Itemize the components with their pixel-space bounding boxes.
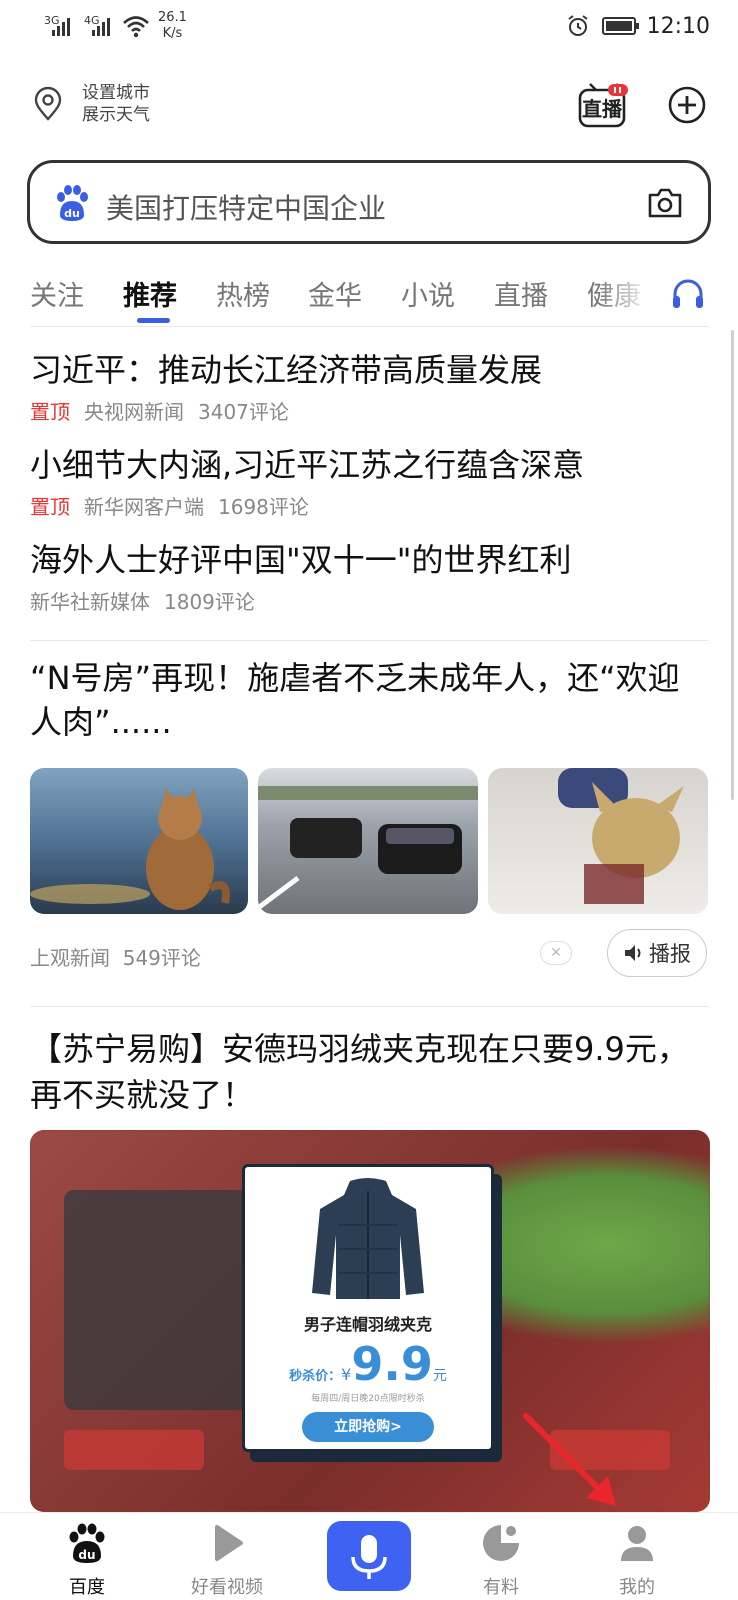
- tab-novel[interactable]: 小说: [401, 274, 455, 313]
- price: 9.9: [351, 1337, 433, 1391]
- nav-home[interactable]: du 百度: [32, 1521, 142, 1599]
- price-unit: 元: [432, 1368, 447, 1384]
- nav-youliao[interactable]: 有料: [446, 1521, 556, 1599]
- battery-icon: [602, 17, 639, 35]
- article-thumbnail-traffic[interactable]: [258, 768, 478, 914]
- news-title[interactable]: 海外人士好评中国"双十一"的世界红利: [30, 538, 710, 582]
- svg-text:du: du: [78, 1548, 95, 1562]
- location-weather-icon[interactable]: [30, 86, 66, 122]
- bottom-navigation: du 百度 好看视频 有料 我的: [0, 1512, 738, 1600]
- pinned-badge: 置顶: [30, 400, 70, 424]
- nav-mine[interactable]: 我的: [582, 1521, 692, 1599]
- live-tv-icon: 直播: [578, 83, 628, 128]
- news-source: 上观新闻: [30, 946, 110, 970]
- headphone-icon[interactable]: [670, 276, 706, 312]
- speaker-icon: [625, 945, 641, 961]
- price-label: 秒杀价：: [289, 1369, 342, 1384]
- article-title[interactable]: “N号房”再现！施虐者不乏未成年人，还“欢迎人肉”......: [30, 656, 710, 744]
- cat-image: [30, 788, 230, 910]
- red-arrow-annotation: [523, 1413, 616, 1506]
- nav-mine-label: 我的: [619, 1577, 655, 1598]
- news-meta: 置顶 新华网客户端 1698评论: [30, 491, 710, 520]
- alarm-icon: [568, 15, 588, 36]
- user-icon: [621, 1526, 653, 1561]
- tab-live[interactable]: 直播: [494, 274, 548, 313]
- nav-video[interactable]: 好看视频: [172, 1521, 282, 1599]
- jacket-image: [312, 1178, 424, 1299]
- live-label: 直播: [582, 97, 623, 121]
- news-title[interactable]: 习近平：推动长江经济带高质量发展: [30, 348, 710, 392]
- search-bar[interactable]: du 美国打压特定中国企业: [27, 160, 711, 244]
- scrollbar[interactable]: [731, 330, 734, 800]
- weather-prompt[interactable]: 设置城市 展示天气: [82, 82, 150, 126]
- nav-home-label: 百度: [69, 1577, 105, 1598]
- news-source: 新华网客户端: [84, 495, 204, 519]
- add-icon[interactable]: [668, 86, 706, 124]
- wifi-icon: [123, 16, 149, 38]
- news-source: 新华社新媒体: [30, 590, 150, 614]
- pinned-badge: 置顶: [30, 495, 70, 519]
- signal-bars-icon: [92, 16, 116, 36]
- article-thumbnail-dog[interactable]: [488, 768, 708, 914]
- news-source: 央视网新闻: [84, 400, 184, 424]
- product-name: 男子连帽羽绒夹克: [303, 1315, 432, 1334]
- tab-fade-overlay: [598, 268, 660, 318]
- live-button[interactable]: 直播: [576, 78, 632, 130]
- currency: ¥: [341, 1365, 352, 1384]
- voice-search-button[interactable]: [327, 1521, 411, 1591]
- news-item[interactable]: 习近平：推动长江经济带高质量发展 置顶 央视网新闻 3407评论: [30, 348, 710, 425]
- divider: [30, 640, 708, 641]
- read-aloud-button[interactable]: 播报: [607, 929, 707, 977]
- news-meta: 置顶 央视网新闻 3407评论: [30, 396, 710, 425]
- nav-youliao-label: 有料: [483, 1577, 519, 1598]
- dog-image: [558, 768, 684, 904]
- svg-text:du: du: [64, 207, 80, 220]
- tab-hot[interactable]: 热榜: [216, 274, 270, 313]
- channel-tabs: 关注 推荐 热榜 金华 小说 直播 健康: [0, 268, 738, 328]
- status-bar: 3G 4G 26.1 K/s 12:10: [0, 0, 738, 56]
- article-thumbnail-cat[interactable]: [30, 768, 248, 914]
- nav-video-label: 好看视频: [191, 1577, 263, 1598]
- comment-count: 3407评论: [198, 400, 289, 424]
- youliao-icon: [483, 1525, 519, 1561]
- read-aloud-label: 播报: [649, 942, 691, 966]
- comment-count: 1698评论: [218, 495, 309, 519]
- search-input[interactable]: 美国打压特定中国企业: [106, 187, 386, 227]
- tab-follow[interactable]: 关注: [30, 274, 84, 313]
- play-icon: [215, 1525, 243, 1561]
- news-item[interactable]: 小细节大内涵,习近平江苏之行蕴含深意 置顶 新华网客户端 1698评论: [30, 443, 710, 520]
- news-item[interactable]: 海外人士好评中国"双十一"的世界红利 新华社新媒体 1809评论: [30, 538, 710, 615]
- top-header: 设置城市 展示天气 直播: [0, 72, 738, 142]
- signal-bars-icon: [52, 16, 76, 36]
- price-line: 秒杀价：¥9.9元: [245, 1337, 491, 1391]
- news-title[interactable]: 小细节大内涵,习近平江苏之行蕴含深意: [30, 443, 710, 487]
- news-meta: 新华社新媒体 1809评论: [30, 586, 710, 615]
- divider: [30, 326, 708, 327]
- tab-jinhua[interactable]: 金华: [308, 274, 362, 313]
- active-tab-indicator: [137, 318, 170, 323]
- baidu-paw-icon: du: [57, 185, 88, 221]
- product-card[interactable]: 男子连帽羽绒夹克 秒杀价：¥9.9元 每周四/周日晚20点限时秒杀 立即抢购>: [242, 1164, 494, 1452]
- baidu-paw-icon: du: [69, 1523, 105, 1563]
- traffic-image: [258, 786, 478, 910]
- ad-title[interactable]: 【苏宁易购】安德玛羽绒夹克现在只要9.9元，再不买就没了！: [30, 1026, 710, 1118]
- article-meta: 上观新闻 549评论: [30, 942, 201, 971]
- tab-recommend[interactable]: 推荐: [123, 274, 177, 313]
- comment-count: 549评论: [122, 946, 201, 970]
- microphone-icon: [351, 1535, 387, 1579]
- clock: 12:10: [646, 14, 710, 39]
- comment-count: 1809评论: [164, 590, 255, 614]
- network-speed: 26.1 K/s: [158, 10, 187, 41]
- dismiss-icon[interactable]: ✕: [540, 941, 572, 965]
- buy-now-button[interactable]: 立即抢购>: [302, 1412, 434, 1442]
- promo-note: 每周四/周日晚20点限时秒杀: [311, 1394, 425, 1404]
- camera-icon[interactable]: [646, 185, 684, 221]
- divider: [30, 1006, 708, 1007]
